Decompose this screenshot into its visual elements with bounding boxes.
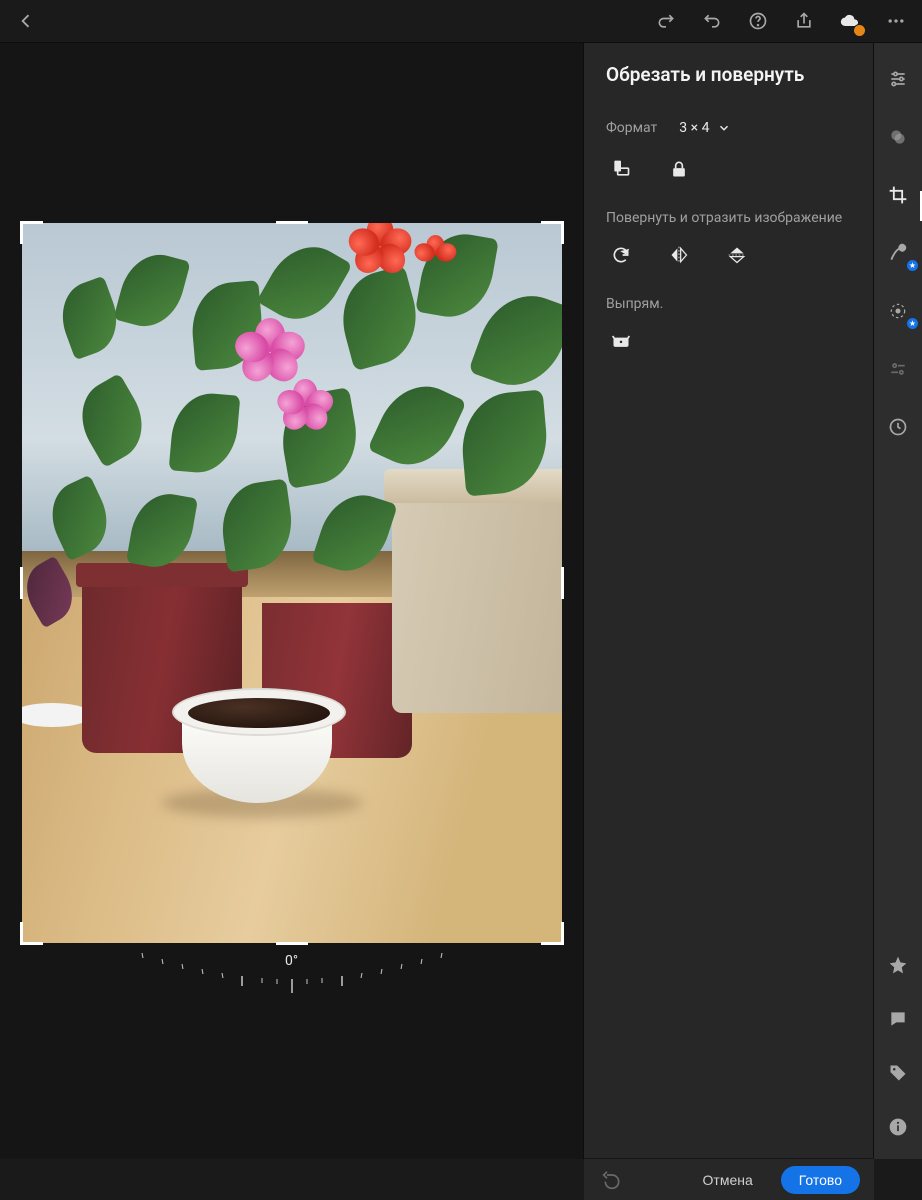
rating-star-button[interactable] (882, 949, 914, 981)
crop-handle-bl[interactable] (20, 922, 43, 945)
new-badge-icon: ★ (907, 318, 918, 329)
aspect-label: Формат (606, 120, 657, 136)
crop-handle-top[interactable] (276, 221, 308, 224)
rotate-cw-button[interactable] (606, 240, 636, 270)
crop-handle-tr[interactable] (541, 221, 564, 244)
rotate-aspect-button[interactable] (606, 154, 636, 184)
crop-handle-tl[interactable] (20, 221, 43, 244)
angle-value: 0° (285, 953, 298, 969)
new-badge-icon: ★ (907, 260, 918, 271)
crop-frame[interactable] (22, 223, 562, 943)
panel-title: Обрезать и повернуть (606, 63, 851, 86)
share-button[interactable] (790, 7, 818, 35)
straighten-section-label: Выпрям. (606, 296, 851, 312)
cancel-button[interactable]: Отмена (685, 1166, 771, 1194)
crop-handle-bottom[interactable] (276, 942, 308, 945)
undo-button[interactable] (698, 7, 726, 35)
crop-handle-right[interactable] (561, 567, 564, 599)
aspect-dropdown[interactable]: 3 × 4 (679, 120, 731, 136)
canvas-area[interactable]: 0° (0, 43, 583, 1159)
aspect-value: 3 × 4 (679, 120, 709, 136)
keywords-button[interactable] (882, 1057, 914, 1089)
cloud-sync-button[interactable] (836, 7, 864, 35)
done-button[interactable]: Готово (781, 1166, 860, 1194)
crop-handle-br[interactable] (541, 922, 564, 945)
auto-settings-tool[interactable] (882, 353, 914, 385)
crop-panel: Обрезать и повернуть Формат 3 × 4 Поверн… (583, 43, 873, 1159)
photo-preview (22, 223, 562, 943)
info-button[interactable] (882, 1111, 914, 1143)
cloud-alert-badge (853, 24, 866, 37)
flip-vertical-button[interactable] (722, 240, 752, 270)
healing-tool[interactable]: ★ (882, 237, 914, 269)
chevron-down-icon (717, 121, 731, 135)
content-area: 0° Обрезать и повернуть Формат 3 × 4 Пов… (0, 43, 922, 1159)
reset-button[interactable] (598, 1166, 626, 1194)
back-button[interactable] (12, 7, 40, 35)
help-button[interactable] (744, 7, 772, 35)
top-bar (0, 0, 922, 43)
flip-horizontal-button[interactable] (664, 240, 694, 270)
tool-strip: ★ ★ (873, 43, 922, 1159)
auto-straighten-button[interactable] (606, 326, 636, 356)
rotate-section-label: Повернуть и отразить изображение (606, 210, 851, 226)
redo-button[interactable] (652, 7, 680, 35)
more-button[interactable] (882, 7, 910, 35)
masking-tool[interactable]: ★ (882, 295, 914, 327)
panel-footer: Отмена Готово (584, 1158, 874, 1200)
crop-handle-left[interactable] (20, 567, 23, 599)
presets-tool[interactable] (882, 121, 914, 153)
lock-aspect-button[interactable] (664, 154, 694, 184)
straighten-dial[interactable]: 0° (112, 949, 472, 999)
crop-tool[interactable] (882, 179, 914, 211)
versions-tool[interactable] (882, 411, 914, 443)
comments-button[interactable] (882, 1003, 914, 1035)
adjust-tool[interactable] (882, 63, 914, 95)
